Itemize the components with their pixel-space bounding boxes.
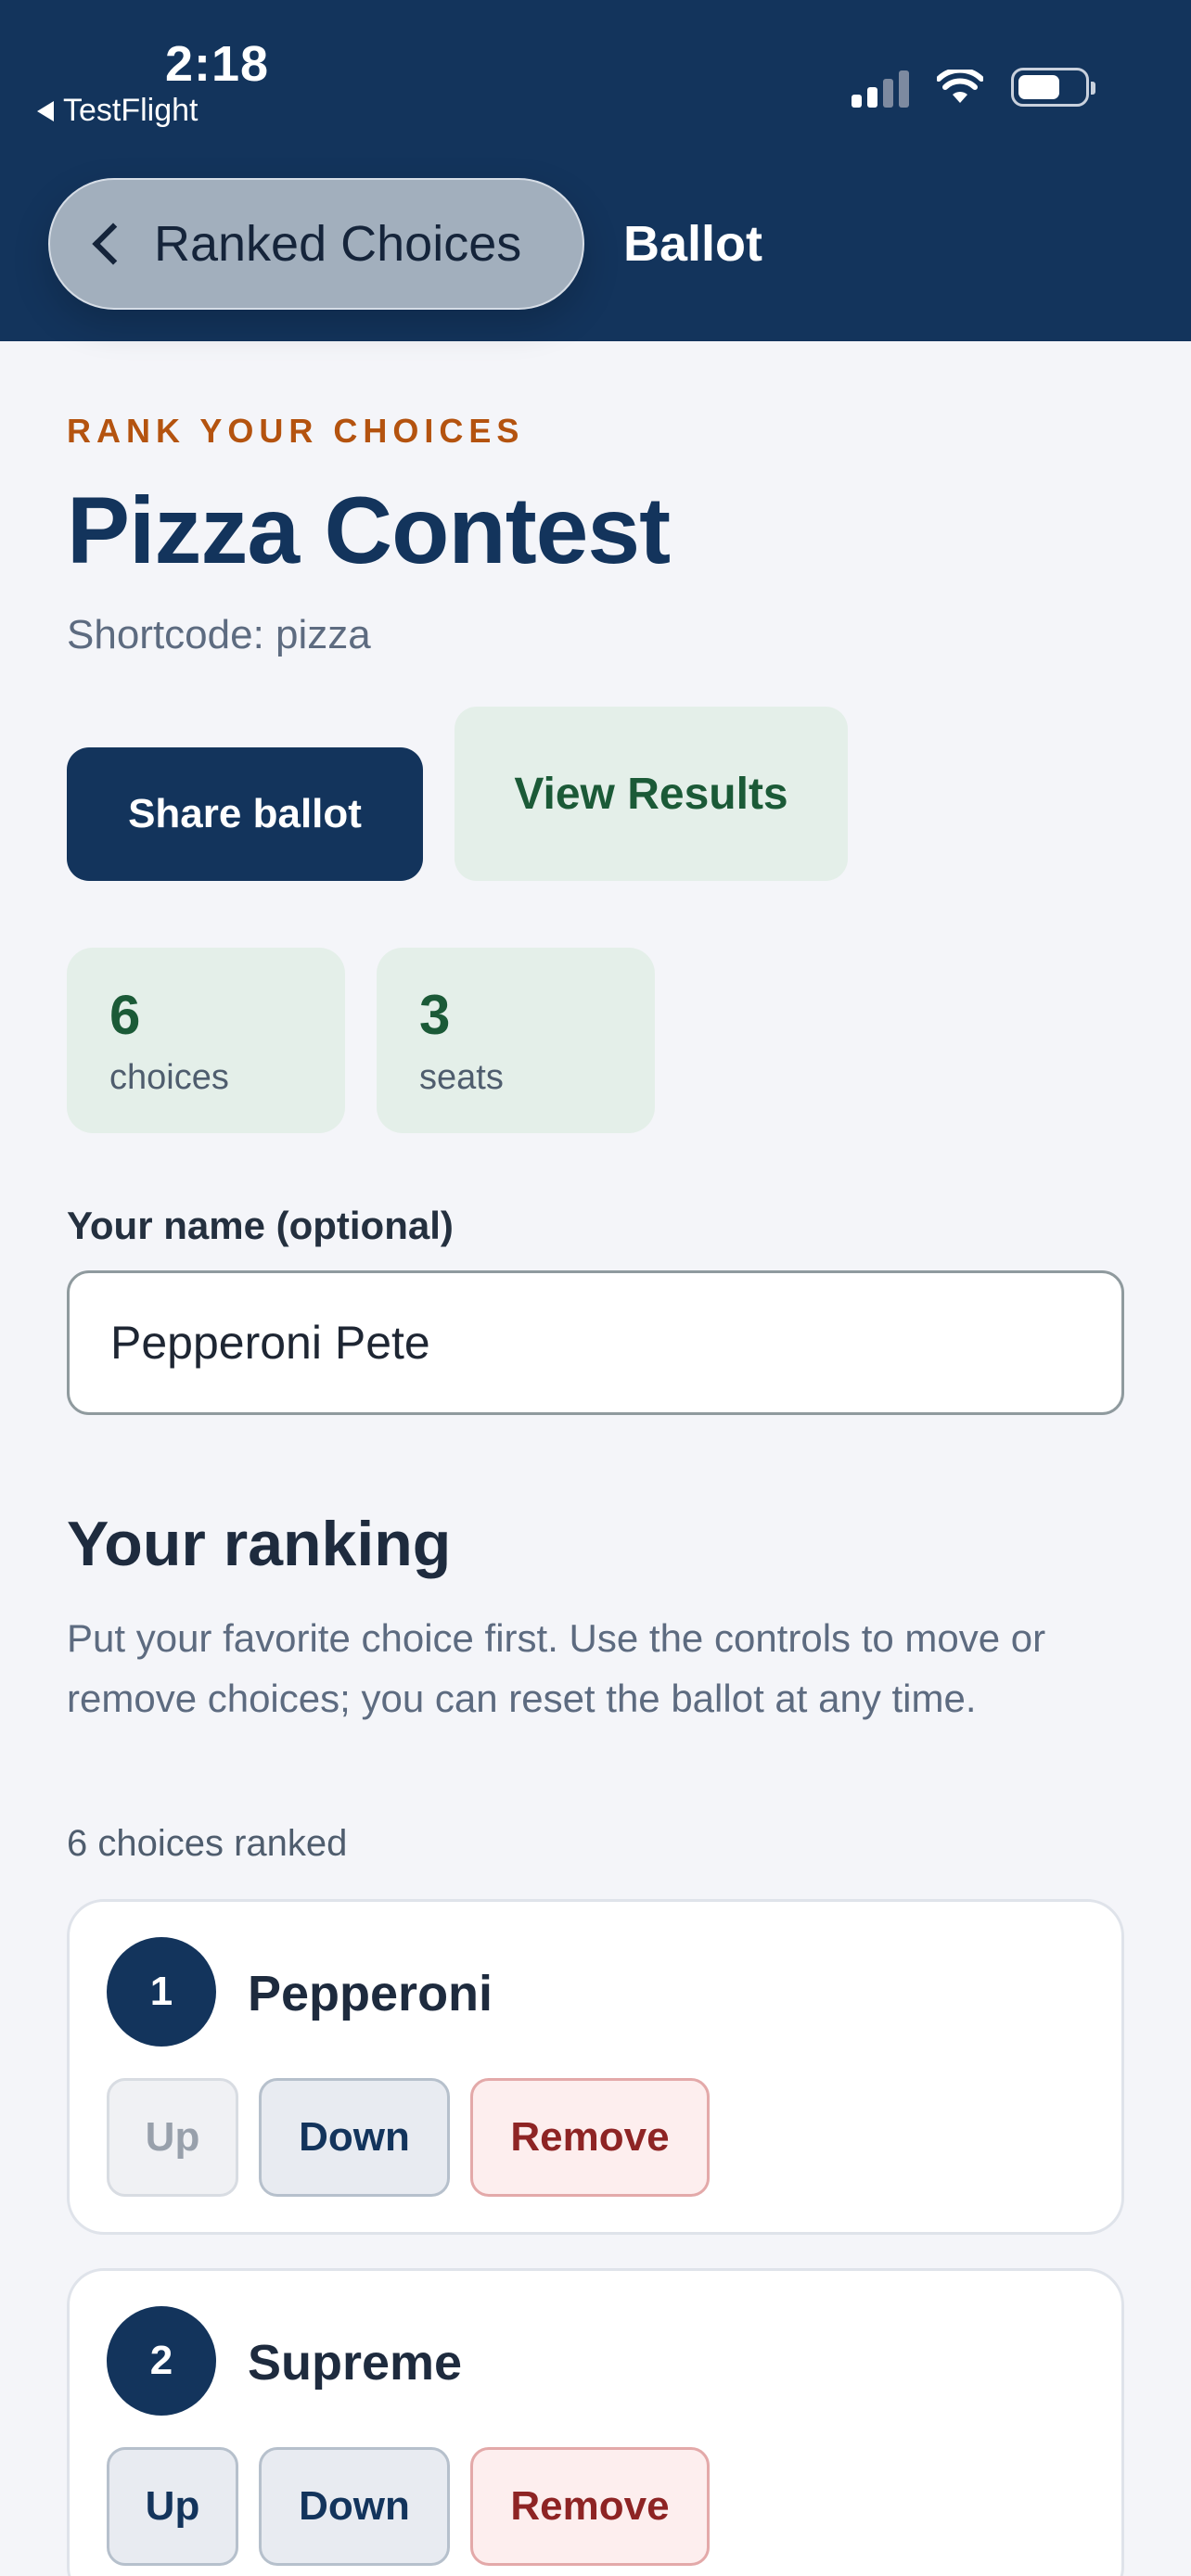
nav-back-label: Ranked Choices: [154, 216, 522, 272]
stat-label: seats: [419, 1058, 504, 1097]
cellular-signal-icon: [852, 67, 909, 108]
choice-name: Supreme: [248, 2335, 463, 2391]
ranking-item: 2 Supreme Up Down Remove: [67, 2268, 1124, 2576]
ranked-count: 6 choices ranked: [67, 1823, 348, 1864]
status-back-label: TestFlight: [63, 93, 198, 128]
share-ballot-button[interactable]: Share ballot: [67, 747, 423, 881]
chevron-left-icon: [92, 223, 134, 265]
ranking-item: 1 Pepperoni Up Down Remove: [67, 1899, 1124, 2235]
move-down-button[interactable]: Down: [259, 2447, 450, 2566]
name-input[interactable]: [67, 1270, 1124, 1415]
stat-value: 6: [109, 984, 141, 1046]
nav-title: Ballot: [623, 216, 763, 272]
app-header: 2:18 TestFlight Ranked Choices Ballot: [0, 0, 1191, 341]
rank-badge: 1: [107, 1937, 216, 2047]
status-time: 2:18: [165, 36, 270, 92]
choice-name: Pepperoni: [248, 1966, 493, 2021]
stat-value: 3: [419, 984, 451, 1046]
stat-seats: 3 seats: [377, 948, 655, 1133]
ranking-title: Your ranking: [67, 1509, 452, 1579]
status-icons: [852, 67, 1095, 108]
page-title: Pizza Contest: [67, 478, 671, 583]
wifi-icon: [937, 70, 983, 103]
page-eyebrow: RANK YOUR CHOICES: [67, 412, 525, 450]
ranking-description: Put your favorite choice first. Use the …: [67, 1616, 1046, 1720]
remove-button[interactable]: Remove: [470, 2078, 710, 2197]
move-up-button[interactable]: Up: [107, 2447, 238, 2566]
status-back-to-app[interactable]: TestFlight: [37, 93, 198, 129]
view-results-button[interactable]: View Results: [455, 707, 848, 881]
battery-icon: [1011, 68, 1095, 107]
name-field-label: Your name (optional): [67, 1204, 454, 1247]
shortcode-text: Shortcode: pizza: [67, 612, 371, 657]
move-up-button[interactable]: Up: [107, 2078, 238, 2197]
remove-button[interactable]: Remove: [470, 2447, 710, 2566]
move-down-button[interactable]: Down: [259, 2078, 450, 2197]
back-triangle-icon: [37, 100, 54, 121]
nav-back-button[interactable]: Ranked Choices: [48, 178, 584, 310]
rank-badge: 2: [107, 2306, 216, 2416]
stat-choices: 6 choices: [67, 948, 345, 1133]
stat-label: choices: [109, 1058, 229, 1097]
